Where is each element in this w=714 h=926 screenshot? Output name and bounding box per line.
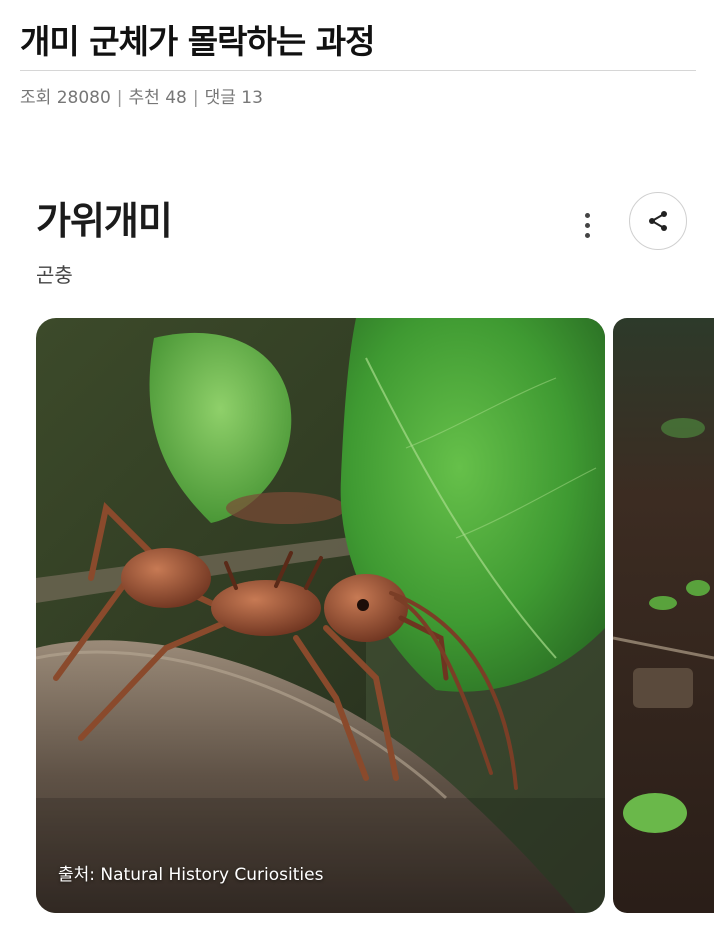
ant-photo[interactable]: 출처: Natural History Curiosities [36, 318, 605, 913]
post-title: 개미 군체가 몰락하는 과정 [20, 22, 375, 61]
views-count: 28080 [56, 88, 111, 108]
title-divider [20, 70, 696, 71]
more-vertical-icon-dot [584, 212, 590, 218]
image-credit: 출처: Natural History Curiosities [58, 865, 324, 885]
comments-label: 댓글 [204, 88, 236, 108]
more-options-button[interactable] [570, 205, 604, 245]
recommend-label: 추천 [128, 88, 160, 108]
more-vertical-icon-dot [584, 232, 590, 238]
leafcutter-ant-illustration [36, 318, 605, 913]
card-subtitle: 곤충 [36, 263, 73, 287]
recommend-count: 48 [165, 88, 187, 108]
meta-separator: | [116, 88, 123, 108]
forest-floor-image [613, 318, 714, 913]
meta-separator: | [192, 88, 199, 108]
more-vertical-icon-dot [584, 222, 590, 228]
share-button[interactable] [629, 192, 687, 250]
next-photo-preview[interactable] [613, 318, 714, 913]
comments-count: 13 [241, 88, 263, 108]
card-title: 가위개미 [36, 199, 173, 243]
post-meta: 조회 28080 | 추천 48 | 댓글 13 [20, 85, 263, 111]
share-icon [649, 211, 667, 231]
views-label: 조회 [20, 88, 52, 108]
